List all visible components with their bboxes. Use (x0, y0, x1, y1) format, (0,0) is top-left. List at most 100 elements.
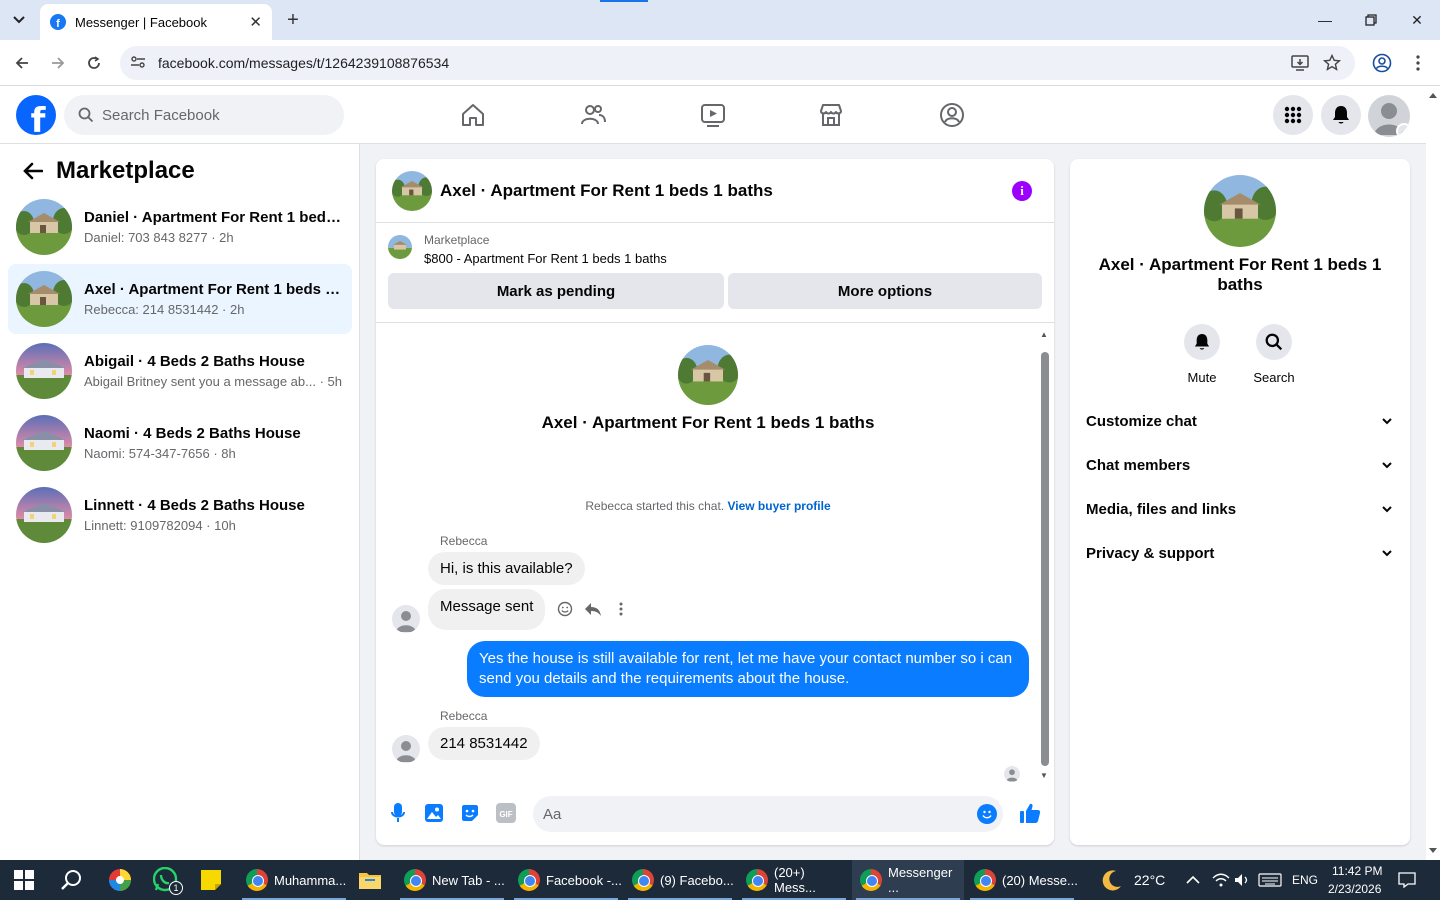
taskbar-app-chrome[interactable]: Muhamma... (238, 860, 350, 900)
scrollbar-thumb[interactable] (1041, 352, 1049, 766)
tab-search-button[interactable] (6, 8, 32, 32)
tray-chevron-up-icon[interactable] (1186, 864, 1200, 896)
photo-icon[interactable] (422, 801, 446, 825)
details-avatar (1204, 175, 1276, 247)
conversation-name: Axel · Apartment For Rent 1 beds 1 baths (84, 281, 344, 298)
video-nav-icon[interactable] (698, 100, 728, 130)
message-bubble-incoming[interactable]: Hi, is this available? (428, 552, 585, 585)
friends-nav-icon[interactable] (578, 100, 608, 130)
back-arrow-button[interactable] (18, 156, 48, 186)
taskbar-app-chrome[interactable]: (9) Facebo... (624, 860, 736, 900)
browser-menu-icon[interactable] (1406, 51, 1430, 75)
tab-close-icon[interactable]: ✕ (249, 13, 262, 31)
emoji-icon[interactable] (977, 804, 997, 824)
listing-thumbnail-house (16, 271, 72, 327)
minimize-button[interactable]: — (1313, 8, 1337, 32)
chevron-down-icon: ⌄ (1396, 123, 1410, 137)
marketplace-nav-icon[interactable] (816, 100, 846, 130)
profile-icon[interactable] (1370, 51, 1394, 75)
thumbs-up-icon[interactable] (1018, 801, 1042, 825)
browser-tab[interactable]: f Messenger | Facebook ✕ (40, 4, 272, 40)
more-options-button[interactable]: More options (728, 273, 1042, 309)
chat-header: Axel · Apartment For Rent 1 beds 1 baths… (376, 159, 1054, 223)
reload-icon (88, 56, 100, 69)
conversation-item[interactable]: Naomi · 4 Beds 2 Baths House Naomi: 574-… (8, 408, 352, 478)
bookmark-star-icon[interactable] (1320, 51, 1344, 75)
taskbar-search-icon[interactable] (60, 864, 82, 896)
maximize-button[interactable] (1359, 8, 1383, 32)
notifications-button[interactable] (1321, 95, 1361, 135)
message-scrollbar[interactable]: ▲ ▼ (1040, 330, 1050, 780)
file-explorer-icon[interactable] (358, 864, 382, 896)
chat-members-section[interactable]: Chat members (1086, 445, 1394, 485)
reply-icon[interactable] (584, 600, 602, 618)
more-vertical-icon[interactable] (612, 600, 630, 618)
page-scrollbar[interactable] (1426, 86, 1440, 860)
sticker-icon[interactable] (458, 801, 482, 825)
install-app-icon[interactable] (1288, 51, 1312, 75)
site-settings-icon[interactable] (130, 55, 150, 72)
clock-date[interactable]: 2/23/2026 (1328, 882, 1381, 896)
whatsapp-icon[interactable]: 1 (153, 864, 183, 896)
media-files-links-section[interactable]: Media, files and links (1086, 489, 1394, 529)
gif-icon[interactable]: GIF (494, 801, 518, 825)
account-avatar-button[interactable]: ⌄ (1368, 95, 1410, 137)
message-bubble-incoming[interactable]: 214 8531442 (428, 727, 540, 760)
customize-chat-section[interactable]: Customize chat (1086, 401, 1394, 441)
conversation-snippet: Abigail Britney sent you a message ab...… (84, 374, 342, 389)
sender-avatar[interactable] (392, 735, 420, 763)
conversation-item[interactable]: Daniel · Apartment For Rent 1 beds 1 bat… (8, 192, 352, 262)
home-nav-icon[interactable] (458, 100, 488, 130)
message-input-field[interactable] (533, 796, 1003, 832)
info-icon[interactable]: i (1012, 181, 1032, 201)
taskbar-app-chrome[interactable]: (20) Messe... (966, 860, 1078, 900)
color-wheel-app-icon[interactable] (108, 864, 132, 896)
conversation-item-active[interactable]: Axel · Apartment For Rent 1 beds 1 baths… (8, 264, 352, 334)
sticky-notes-icon[interactable] (200, 864, 222, 896)
chevron-down-icon (1382, 505, 1392, 512)
scroll-down-arrow-icon[interactable]: ▼ (1040, 771, 1048, 780)
facebook-search-input[interactable] (102, 106, 322, 124)
menu-grid-button[interactable] (1273, 95, 1313, 135)
message-bubble-incoming[interactable]: Message sent (428, 589, 546, 630)
mark-as-pending-button[interactable]: Mark as pending (388, 273, 724, 309)
taskbar-app-chrome[interactable]: (20+) Mess... (738, 860, 850, 900)
microphone-icon[interactable] (386, 801, 410, 825)
reload-button[interactable] (82, 51, 106, 75)
react-smiley-icon[interactable] (556, 600, 574, 618)
address-bar[interactable]: facebook.com/messages/t/1264239108876534 (120, 46, 1355, 80)
chat-avatar[interactable] (392, 170, 432, 211)
scroll-up-arrow-icon[interactable]: ▲ (1040, 330, 1048, 339)
taskbar-app-chrome-active[interactable]: Messenger ... (852, 860, 964, 900)
gaming-nav-icon[interactable] (937, 100, 967, 130)
new-tab-button[interactable]: + (282, 8, 304, 32)
weather-moon-icon[interactable] (1100, 864, 1124, 896)
notification-center-icon[interactable] (1398, 864, 1416, 896)
language-indicator[interactable]: ENG (1292, 873, 1318, 887)
message-bubble-outgoing[interactable]: Yes the house is still available for ren… (467, 641, 1029, 697)
mute-button[interactable]: Mute (1172, 324, 1232, 385)
listing-price[interactable]: $800 - Apartment For Rent 1 beds 1 baths (424, 251, 667, 266)
weather-temp[interactable]: 22°C (1134, 872, 1165, 888)
view-buyer-profile-link[interactable]: View buyer profile (727, 499, 830, 513)
windows-start-icon[interactable] (14, 864, 34, 896)
back-button[interactable] (10, 51, 34, 75)
facebook-logo-icon[interactable]: f (16, 95, 56, 135)
chat-title[interactable]: Axel · Apartment For Rent 1 beds 1 baths (440, 181, 773, 201)
sender-avatar[interactable] (392, 605, 420, 633)
close-window-button[interactable]: ✕ (1405, 8, 1429, 32)
wifi-icon[interactable] (1212, 864, 1230, 896)
conversation-item[interactable]: Linnett · 4 Beds 2 Baths House Linnett: … (8, 480, 352, 550)
privacy-support-section[interactable]: Privacy & support (1086, 533, 1394, 573)
taskbar-app-chrome[interactable]: New Tab - ... (396, 860, 508, 900)
search-in-chat-button[interactable]: Search (1244, 324, 1304, 385)
forward-button[interactable] (46, 51, 70, 75)
facebook-search[interactable] (64, 95, 344, 135)
taskbar-app-chrome[interactable]: Facebook -... (510, 860, 622, 900)
conversation-item[interactable]: Abigail · 4 Beds 2 Baths House Abigail B… (8, 336, 352, 406)
message-input[interactable] (543, 805, 963, 823)
conversation-snippet: Linnett: 9109782094 · 10h (84, 518, 236, 533)
keyboard-icon[interactable] (1258, 864, 1282, 896)
clock-time[interactable]: 11:42 PM (1332, 864, 1382, 878)
volume-icon[interactable] (1234, 864, 1250, 896)
